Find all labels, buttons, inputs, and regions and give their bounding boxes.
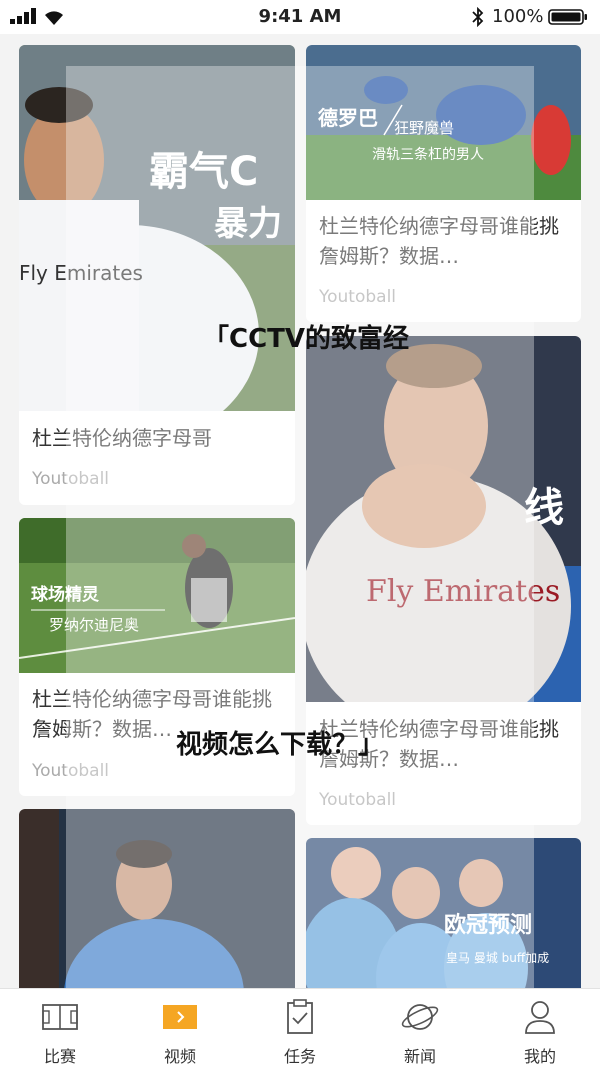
banner-title: 球场精灵 [31,584,100,605]
video-thumbnail[interactable]: Fly Emirates 线 [306,336,581,702]
tab-profile[interactable]: 我的 [480,989,600,1068]
banner-title: 德罗巴 [318,106,378,130]
battery-icon [548,9,587,25]
video-thumbnail[interactable]: 德罗巴 狂野魔兽 滑轨三条杠的男人 [306,45,581,200]
tab-news[interactable]: 新闻 [360,989,480,1068]
tab-label: 比赛 [43,1047,76,1066]
video-title[interactable]: 杜兰特伦纳德字母哥谁能挑詹姆斯？数据… [319,714,569,774]
pitch-icon [42,1004,78,1030]
video-card[interactable] [19,809,295,1009]
jersey-text: Fly Emirates [366,574,560,609]
banner-subtitle: 暴力 [214,204,282,244]
banner-title: 霸气C [149,149,258,195]
planet-icon [401,1004,439,1030]
tab-label: 任务 [283,1047,316,1066]
video-title[interactable]: 杜兰特伦纳德字母哥谁能挑詹姆斯？数据… [32,684,283,744]
battery-percent: 100% [492,6,544,27]
tab-video[interactable]: 视频 [120,989,240,1068]
video-source: Youtoball [32,469,110,489]
bluetooth-icon [472,7,484,27]
banner-subtitle: 罗纳尔迪尼奥 [49,616,139,634]
tab-matches[interactable]: 比赛 [0,989,120,1068]
video-title[interactable]: 杜兰特伦纳德字母哥 [32,423,283,453]
video-thumbnail[interactable] [19,809,295,1009]
video-source: Youtoball [319,287,397,307]
banner-caption: 滑轨三条杠的男人 [372,146,484,163]
tab-label: 视频 [163,1047,196,1066]
status-bar: 9:41 AM 100% [0,0,600,34]
banner-title: 线 [524,485,564,531]
video-source: Youtoball [319,790,397,810]
tab-tasks[interactable]: 任务 [240,989,360,1068]
video-thumbnail[interactable]: 球场精灵 罗纳尔迪尼奥 [19,518,295,673]
video-card[interactable]: 霸气C 暴力 Fly Emirates 杜兰特伦纳德字母哥 Youtoball [19,45,295,505]
banner-subtitle: 狂野魔兽 [394,119,454,137]
video-card[interactable]: 欧冠预测 皇马 曼城 buff加成 [306,838,581,1009]
video-card[interactable]: 球场精灵 罗纳尔迪尼奥 杜兰特伦纳德字母哥谁能挑詹姆斯？数据… Youtobal… [19,518,295,796]
banner-title: 欧冠预测 [444,912,532,938]
jersey-text: Fly Emirates [19,261,143,285]
clipboard-check-icon [287,999,313,1034]
video-card[interactable]: Fly Emirates 线 杜兰特伦纳德字母哥谁能挑詹姆斯？数据… Youto… [306,336,581,825]
bottom-tab-bar: 比赛 视频 任务 新闻 我的 [0,988,600,1068]
banner-subtitle: 皇马 曼城 buff加成 [446,951,549,965]
video-source: Youtoball [32,761,110,781]
video-title[interactable]: 杜兰特伦纳德字母哥谁能挑詹姆斯？数据… [319,211,569,271]
tab-label: 我的 [523,1047,556,1066]
video-card[interactable]: 德罗巴 狂野魔兽 滑轨三条杠的男人 杜兰特伦纳德字母哥谁能挑詹姆斯？数据… Yo… [306,45,581,322]
video-thumbnail[interactable]: 霸气C 暴力 Fly Emirates [19,45,295,411]
user-icon [525,1001,555,1034]
video-thumbnail[interactable]: 欧冠预测 皇马 曼城 buff加成 [306,838,581,1009]
play-icon [163,1005,197,1029]
tab-label: 新闻 [403,1047,436,1066]
